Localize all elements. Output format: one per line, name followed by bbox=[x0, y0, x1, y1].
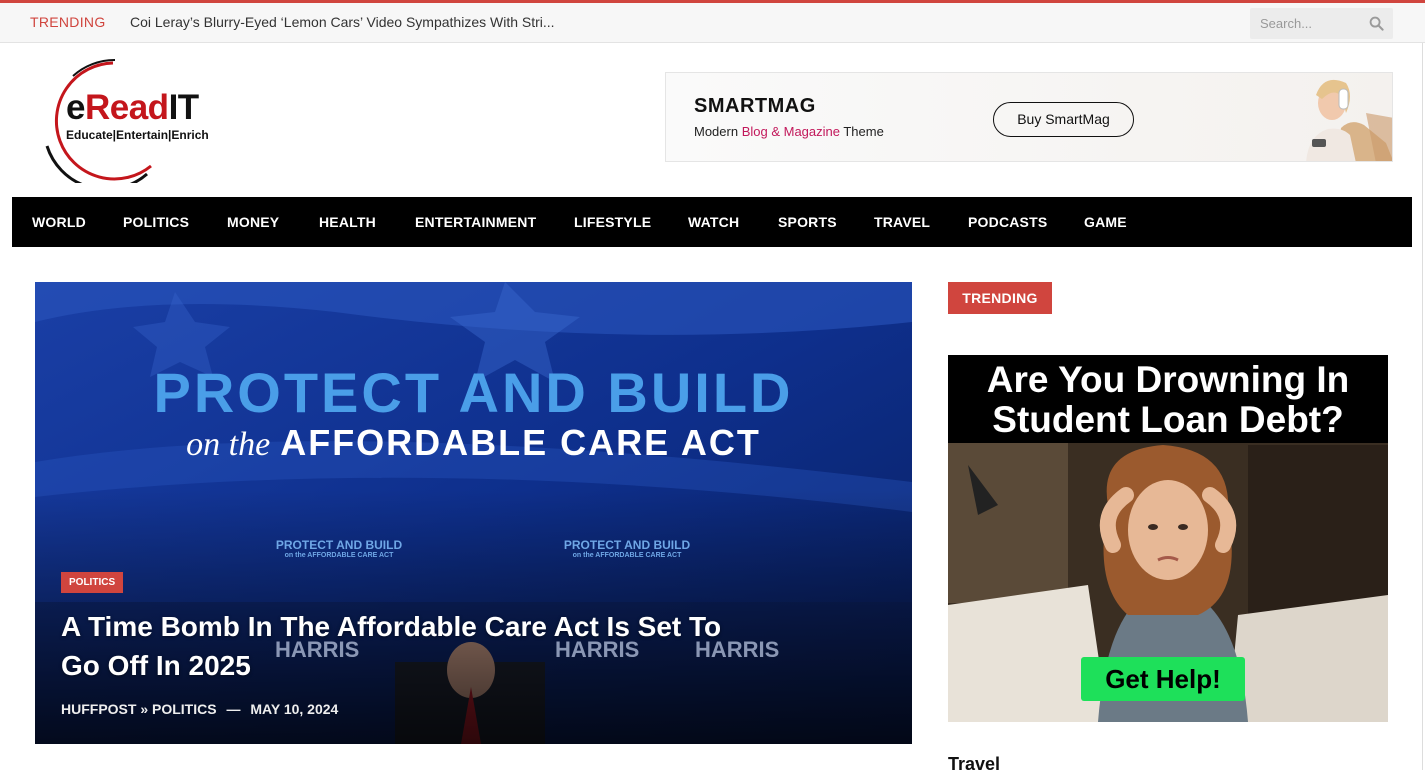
ad-sub-highlight: Blog & Magazine bbox=[741, 124, 840, 139]
ad-sub-suffix: Theme bbox=[839, 124, 884, 139]
trending-label: TRENDING bbox=[30, 14, 106, 30]
site-logo[interactable]: eReadIT Educate|Entertain|Enrich bbox=[33, 58, 233, 183]
sidebar-section-travel: Travel bbox=[948, 754, 1001, 774]
ad-sub-prefix: Modern bbox=[694, 124, 742, 139]
meta-separator: — bbox=[226, 701, 241, 717]
search-icon[interactable] bbox=[1369, 16, 1384, 31]
nav-lifestyle[interactable]: LIFESTYLE bbox=[574, 214, 651, 230]
top-bar: TRENDING Coi Leray’s Blurry-Eyed ‘Lemon … bbox=[0, 0, 1425, 43]
sidebar-trending-label: TRENDING bbox=[948, 282, 1052, 314]
image-subline-italic: on the bbox=[186, 426, 271, 463]
logo-wordmark: eReadIT bbox=[66, 88, 199, 128]
article-source-link[interactable]: HUFFPOST » POLITICS bbox=[61, 701, 217, 717]
image-headline-text: PROTECT AND BUILD bbox=[153, 361, 794, 424]
header-ad-banner[interactable]: SMARTMAG Modern Blog & Magazine Theme Bu… bbox=[665, 72, 1393, 162]
nav-watch[interactable]: WATCH bbox=[688, 214, 739, 230]
nav-health[interactable]: HEALTH bbox=[319, 214, 376, 230]
trending-headline-link[interactable]: Coi Leray’s Blurry-Eyed ‘Lemon Cars’ Vid… bbox=[130, 14, 555, 30]
nav-sports[interactable]: SPORTS bbox=[778, 214, 837, 230]
logo-it: IT bbox=[168, 88, 200, 127]
get-help-button[interactable]: Get Help! bbox=[1081, 657, 1245, 701]
sidebar-ad-student-loan[interactable]: Are You Drowning In Student Loan Debt? G… bbox=[948, 355, 1388, 722]
small-sign-2-main: PROTECT AND BUILD bbox=[563, 538, 691, 552]
ad-title: SMARTMAG bbox=[694, 95, 816, 117]
article-date: MAY 10, 2024 bbox=[250, 701, 339, 717]
nav-game[interactable]: GAME bbox=[1084, 214, 1127, 230]
image-subline-text: on the AFFORDABLE CARE ACT bbox=[35, 422, 912, 464]
small-sign-1-main: PROTECT AND BUILD bbox=[275, 538, 403, 552]
small-sign-2-sub: on the AFFORDABLE CARE ACT bbox=[572, 552, 682, 559]
image-small-sign-2: PROTECT AND BUILD on the AFFORDABLE CARE… bbox=[547, 538, 707, 559]
ad-subtitle: Modern Blog & Magazine Theme bbox=[694, 124, 884, 139]
buy-smartmag-button[interactable]: Buy SmartMag bbox=[993, 102, 1134, 137]
image-small-sign-1: PROTECT AND BUILD on the AFFORDABLE CARE… bbox=[259, 538, 419, 559]
nav-entertainment[interactable]: ENTERTAINMENT bbox=[415, 214, 536, 230]
category-badge-politics[interactable]: POLITICS bbox=[61, 572, 124, 593]
logo-letter-e: e bbox=[66, 88, 85, 127]
search-box bbox=[1250, 8, 1393, 39]
small-sign-1-sub: on the AFFORDABLE CARE ACT bbox=[284, 552, 394, 559]
image-subline-main: AFFORDABLE CARE ACT bbox=[280, 422, 761, 463]
logo-read: Read bbox=[84, 88, 169, 127]
featured-article[interactable]: PROTECT AND BUILD on the AFFORDABLE CARE … bbox=[35, 282, 912, 744]
ad-woman-headphones-image bbox=[1306, 79, 1392, 161]
main-navigation: WORLD POLITICS MONEY HEALTH ENTERTAINMEN… bbox=[12, 197, 1412, 247]
ad-headline: Are You Drowning In Student Loan Debt? bbox=[948, 355, 1388, 443]
nav-travel[interactable]: TRAVEL bbox=[874, 214, 930, 230]
nav-world[interactable]: WORLD bbox=[32, 214, 86, 230]
search-input[interactable] bbox=[1250, 8, 1360, 39]
featured-article-meta: HUFFPOST » POLITICS — MAY 10, 2024 bbox=[61, 701, 338, 717]
featured-article-title[interactable]: A Time Bomb In The Affordable Care Act I… bbox=[61, 607, 761, 685]
nav-money[interactable]: MONEY bbox=[227, 214, 279, 230]
nav-podcasts[interactable]: PODCASTS bbox=[968, 214, 1047, 230]
logo-tagline: Educate|Entertain|Enrich bbox=[66, 128, 209, 142]
page-frame-divider bbox=[1422, 43, 1423, 770]
nav-politics[interactable]: POLITICS bbox=[123, 214, 189, 230]
